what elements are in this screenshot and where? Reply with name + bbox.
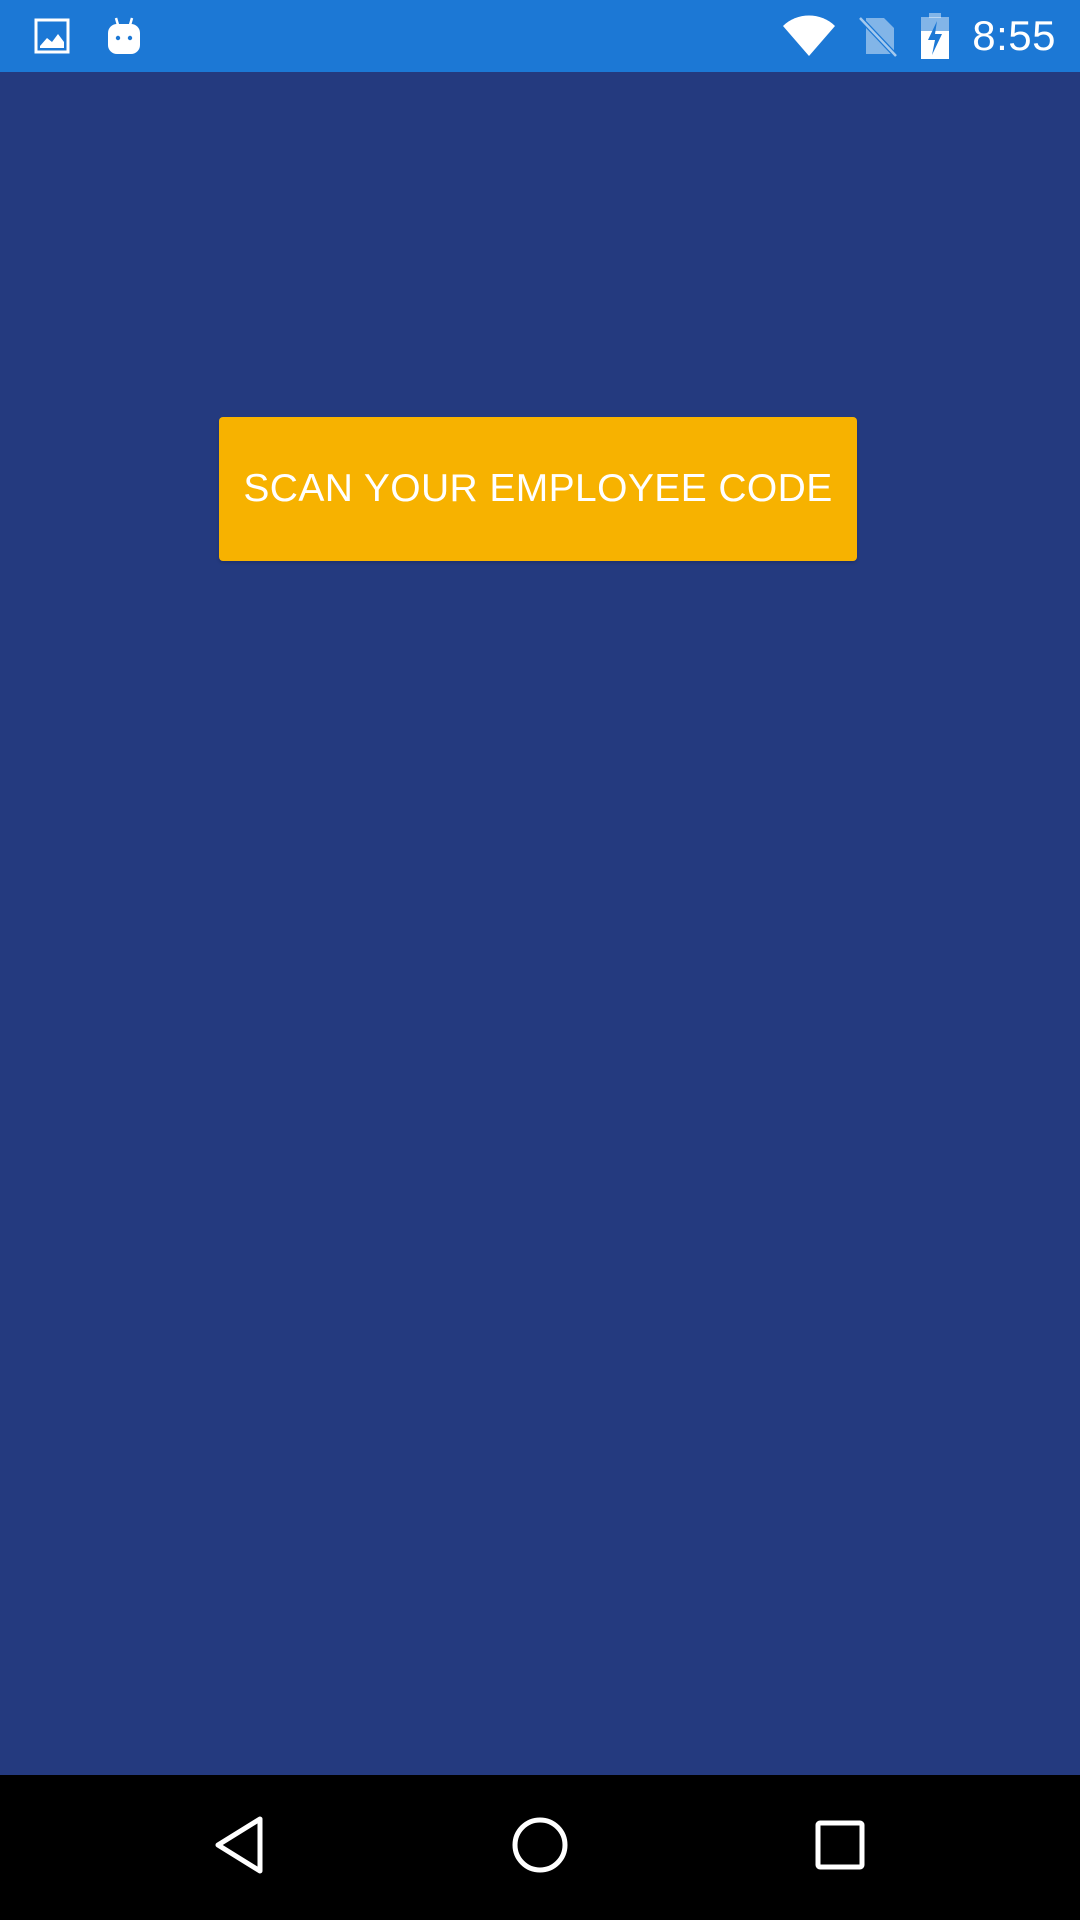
android-debug-icon [106,16,142,56]
navigation-bar [0,1775,1080,1920]
wifi-icon [782,14,836,58]
recents-button[interactable] [788,1795,892,1899]
app-screen: 8:55 SCAN YOUR EMPLOYEE CODE [0,0,1080,1920]
image-notification-icon [34,18,70,54]
back-button[interactable] [188,1795,292,1899]
scan-employee-code-button[interactable]: SCAN YOUR EMPLOYEE CODE [219,417,857,561]
no-sim-icon [858,14,899,58]
home-icon [510,1815,570,1880]
battery-charging-icon [920,13,950,59]
clock: 8:55 [972,12,1056,59]
back-icon [212,1815,268,1880]
system-icons: 8:55 [782,8,1056,64]
home-button[interactable] [488,1795,592,1899]
status-bar: 8:55 [0,0,1080,72]
recents-icon [814,1819,866,1876]
notification-icons [34,14,142,58]
main-content: SCAN YOUR EMPLOYEE CODE [0,72,1080,1775]
